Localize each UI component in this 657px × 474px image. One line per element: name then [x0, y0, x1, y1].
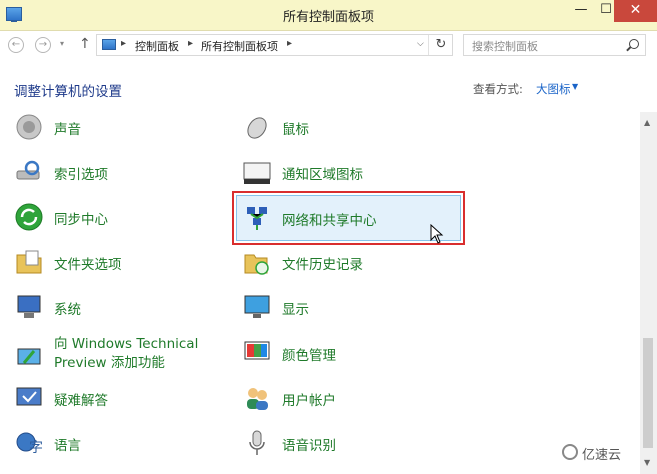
microphone-icon: [242, 428, 272, 458]
back-button[interactable]: ←: [8, 37, 24, 53]
item-language[interactable]: 字 语言: [14, 424, 236, 464]
breadcrumb-control-panel[interactable]: 控制面板: [135, 38, 179, 54]
breadcrumb-separator[interactable]: ▸: [287, 38, 292, 49]
item-label: 颜色管理: [282, 348, 336, 364]
item-mouse[interactable]: 鼠标: [242, 112, 464, 148]
notification-tray-icon: [242, 157, 272, 187]
system-icon: [14, 292, 44, 322]
page-title: 调整计算机的设置: [14, 84, 122, 100]
item-network-sharing-center[interactable]: 网络和共享中心: [232, 191, 465, 245]
indexing-icon: [14, 157, 44, 187]
item-troubleshooting[interactable]: 疑难解答: [14, 379, 236, 419]
item-label: 通知区域图标: [282, 167, 363, 183]
item-file-history[interactable]: 文件历史记录: [242, 243, 464, 283]
item-label: 向 Windows Technical Preview 添加功能: [54, 336, 199, 371]
mouse-cursor-icon: [430, 224, 444, 244]
color-management-icon: [242, 338, 272, 368]
breadcrumb-separator[interactable]: ▸: [121, 38, 126, 49]
item-label: 用户帐户: [282, 393, 336, 409]
file-history-icon: [242, 247, 272, 277]
minimize-button[interactable]: —: [567, 0, 595, 22]
view-by-label: 查看方式:: [473, 82, 523, 96]
address-history-dropdown[interactable]: ⌵: [417, 39, 424, 49]
troubleshooting-icon: [14, 383, 44, 413]
vertical-scrollbar[interactable]: ▲ ▼: [640, 112, 657, 474]
display-icon: [242, 292, 272, 322]
chevron-down-icon[interactable]: ▼: [572, 82, 578, 91]
scrollbar-thumb[interactable]: [643, 338, 653, 448]
scroll-up-button[interactable]: ▲: [644, 118, 650, 127]
search-input[interactable]: 搜索控制面板: [463, 34, 646, 56]
user-accounts-icon: [242, 383, 272, 413]
item-speech-recognition[interactable]: 语音识别: [242, 424, 464, 464]
view-by-dropdown[interactable]: 大图标: [536, 81, 571, 97]
item-label: 语音识别: [282, 438, 336, 454]
item-label: 同步中心: [54, 212, 108, 228]
forward-button[interactable]: →: [35, 37, 51, 53]
item-label: 文件历史记录: [282, 257, 363, 273]
item-display[interactable]: 显示: [242, 288, 464, 328]
item-system[interactable]: 系统: [14, 288, 236, 328]
item-label: 索引选项: [54, 167, 108, 183]
item-folder-options[interactable]: 文件夹选项: [14, 243, 236, 283]
item-label: 鼠标: [282, 122, 309, 138]
network-icon: [243, 203, 273, 233]
control-panel-items: 声音 鼠标 索引选项 通知区域图标 同步中心 网络和共享中心 文件夹选项 文件历…: [0, 112, 640, 474]
item-label: 显示: [282, 302, 309, 318]
control-panel-icon: [102, 39, 116, 50]
item-user-accounts[interactable]: 用户帐户: [242, 379, 464, 419]
mouse-icon: [242, 112, 272, 142]
breadcrumb-all-items[interactable]: 所有控制面板项: [201, 38, 278, 54]
scroll-down-button[interactable]: ▼: [644, 458, 650, 467]
item-label: 文件夹选项: [54, 257, 122, 273]
watermark-logo-icon: [562, 444, 578, 460]
svg-text:字: 字: [29, 440, 43, 456]
recent-locations-dropdown[interactable]: ▾: [60, 39, 64, 48]
search-icon[interactable]: [629, 39, 639, 49]
up-button[interactable]: ↑: [79, 36, 91, 52]
address-bar[interactable]: ▸ 控制面板 ▸ 所有控制面板项 ▸ ⌵ ↻: [96, 34, 453, 56]
item-sync-center[interactable]: 同步中心: [14, 198, 236, 238]
speaker-icon: [14, 112, 44, 142]
item-label: 声音: [54, 122, 81, 138]
item-label: 语言: [54, 438, 81, 454]
folder-options-icon: [14, 247, 44, 277]
title-bar: 所有控制面板项 — ☐ ✕: [0, 0, 657, 31]
search-placeholder: 搜索控制面板: [472, 40, 538, 53]
item-color-management[interactable]: 颜色管理: [242, 334, 464, 374]
item-label: 疑难解答: [54, 393, 108, 409]
watermark: 亿速云: [582, 448, 622, 463]
close-button[interactable]: ✕: [614, 0, 657, 22]
navigation-bar: ← → ▾ ↑ ▸ 控制面板 ▸ 所有控制面板项 ▸ ⌵ ↻ 搜索控制面板: [0, 30, 657, 60]
item-label: 系统: [54, 302, 81, 318]
add-features-icon: [14, 343, 44, 373]
item-add-features[interactable]: 向 Windows Technical Preview 添加功能: [14, 335, 236, 375]
item-indexing-options[interactable]: 索引选项: [14, 153, 236, 193]
refresh-button[interactable]: ↻: [428, 35, 453, 55]
item-label: 网络和共享中心: [282, 213, 377, 229]
sync-icon: [14, 202, 44, 232]
language-icon: 字: [14, 428, 44, 458]
window-title: 所有控制面板项: [282, 10, 374, 25]
item-notification-area-icons[interactable]: 通知区域图标: [242, 153, 464, 193]
breadcrumb-separator[interactable]: ▸: [188, 38, 193, 49]
item-sound[interactable]: 声音: [14, 112, 236, 148]
